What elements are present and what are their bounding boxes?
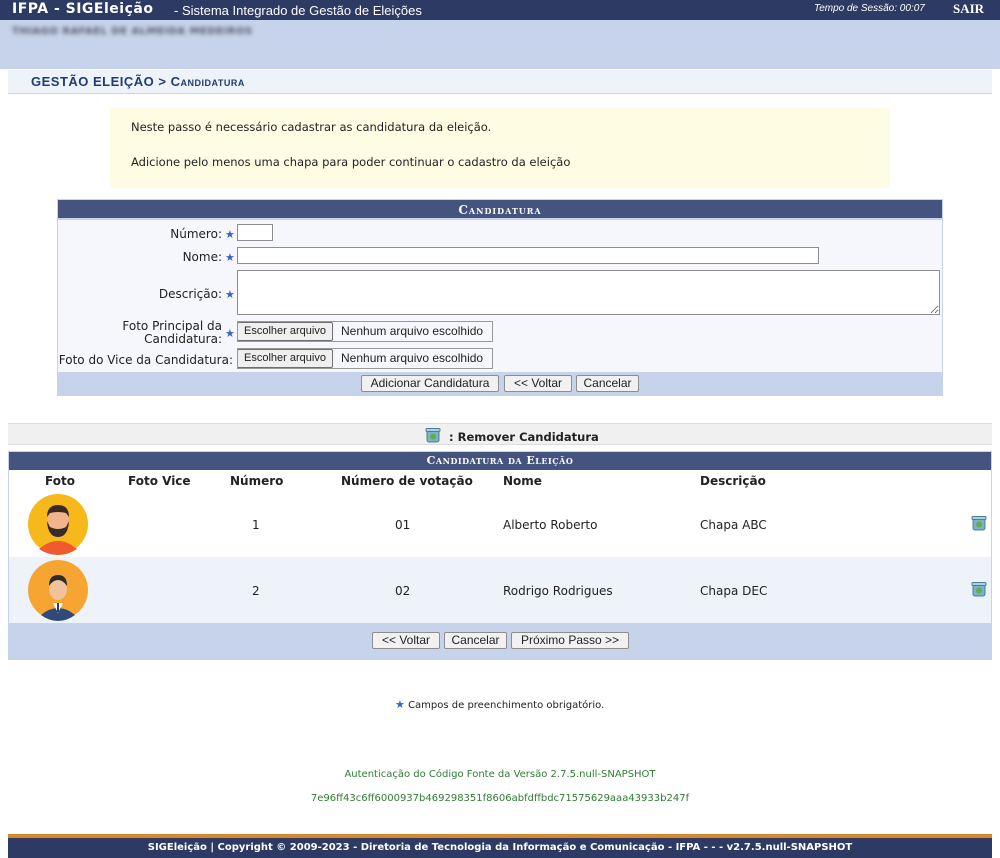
nome-label: Nome: (182, 250, 222, 264)
app-name: IFPA - SIGEleição (12, 1, 154, 17)
row-numero: 2 (252, 584, 260, 598)
nome-field[interactable] (237, 247, 819, 264)
col-descricao: Descrição (700, 474, 766, 488)
col-numero-votacao: Número de votação (341, 474, 473, 488)
required-note: ★ Campos de preenchimento obrigatório. (395, 698, 604, 711)
row-numero-votacao: 01 (395, 518, 411, 532)
required-star-icon: ★ (225, 228, 235, 241)
required-star-icon: ★ (225, 251, 235, 264)
top-header-bar: IFPA - SIGEleição - Sistema Integrado de… (0, 0, 1000, 20)
remove-trash-icon (425, 428, 441, 443)
foto-principal-file-button[interactable]: Escolher arquivo (237, 322, 333, 341)
col-numero: Número (230, 474, 284, 488)
info-line-1: Neste passo é necessário cadastrar as ca… (131, 120, 492, 134)
required-star-icon: ★ (225, 288, 235, 301)
auth-hash: 7e96ff43c6ff6000937b469298351f8606abfdff… (310, 793, 690, 804)
table-actions: << Voltar Cancelar Próximo Passo >> (9, 623, 991, 660)
breadcrumb-separator: > (158, 74, 167, 89)
user-info-bar: THIAGO RAFAEL DE ALMEIDA MEDEIROS (0, 20, 1000, 69)
breadcrumb-section: GESTÃO ELEIÇÃO (31, 74, 155, 89)
user-name: THIAGO RAFAEL DE ALMEIDA MEDEIROS (12, 26, 253, 37)
row-nome: Rodrigo Rodrigues (503, 584, 613, 598)
bearded-man-avatar-icon (28, 494, 88, 555)
numero-label: Número: (170, 227, 222, 241)
info-line-2: Adicione pelo menos uma chapa para poder… (131, 155, 571, 169)
foto-principal-label: Foto Principal da Candidatura: (58, 320, 222, 346)
breadcrumb: GESTÃO ELEIÇÃO > Candidatura (8, 70, 992, 94)
app-subtitle: - Sistema Integrado de Gestão de Eleiçõe… (174, 3, 422, 18)
remove-trash-icon[interactable] (971, 515, 987, 531)
footer: SIGEleição | Copyright © 2009-2023 - Dir… (8, 834, 992, 858)
legend-text: : Remover Candidatura (449, 430, 599, 444)
exit-link[interactable]: SAIR (953, 1, 984, 17)
breadcrumb-page: Candidatura (170, 74, 245, 89)
candidatura-form: Candidatura Número: ★ Nome: ★ Descrição:… (57, 199, 943, 396)
row-descricao: Chapa DEC (700, 584, 768, 598)
info-box: Neste passo é necessário cadastrar as ca… (110, 108, 890, 188)
required-star-icon: ★ (395, 698, 405, 711)
required-note-text: Campos de preenchimento obrigatório. (408, 700, 605, 711)
candidaturas-table: Candidatura da Eleição Foto Foto Vice Nú… (8, 451, 992, 660)
foto-principal-file-status: Nenhum arquivo escolhido (341, 324, 484, 338)
numero-field[interactable] (237, 224, 273, 241)
foto-vice-file-button[interactable]: Escolher arquivo (237, 349, 333, 368)
col-nome: Nome (503, 474, 542, 488)
cancel-button[interactable]: Cancelar (444, 632, 507, 649)
auth-version: Autenticação do Código Fonte da Versão 2… (344, 769, 656, 780)
back-button[interactable]: << Voltar (504, 375, 572, 392)
descricao-label: Descrição: (158, 287, 222, 301)
remove-trash-icon[interactable] (971, 581, 987, 597)
foto-vice-label: Foto do Vice da Candidatura: (58, 353, 233, 367)
row-numero: 1 (252, 518, 260, 532)
session-timer: Tempo de Sessão: 00:07 (814, 3, 925, 14)
table-row: 1 01 Alberto Roberto Chapa ABC (9, 491, 991, 557)
col-foto-vice: Foto Vice (128, 474, 191, 488)
icon-legend: : Remover Candidatura (8, 423, 992, 445)
row-numero-votacao: 02 (395, 584, 411, 598)
required-star-icon: ★ (225, 327, 235, 340)
back-button[interactable]: << Voltar (372, 632, 440, 649)
table-title: Candidatura da Eleição (9, 452, 991, 470)
form-title: Candidatura (58, 200, 942, 220)
row-nome: Alberto Roberto (503, 518, 598, 532)
cancel-button[interactable]: Cancelar (576, 375, 639, 392)
row-descricao: Chapa ABC (700, 518, 767, 532)
descricao-field[interactable] (237, 270, 940, 315)
foto-vice-file-status: Nenhum arquivo escolhido (341, 351, 484, 365)
add-candidatura-button[interactable]: Adicionar Candidatura (361, 375, 499, 392)
foto-principal-label-line1: Foto Principal da (122, 319, 222, 333)
table-row: 2 02 Rodrigo Rodrigues Chapa DEC (9, 557, 991, 623)
breadcrumb-text: GESTÃO ELEIÇÃO > Candidatura (31, 74, 245, 89)
col-foto: Foto (45, 474, 75, 488)
foto-principal-label-line2: Candidatura: (144, 332, 222, 346)
next-step-button[interactable]: Próximo Passo >> (511, 632, 629, 649)
suited-man-avatar-icon (28, 560, 88, 621)
form-actions: Adicionar Candidatura << Voltar Cancelar (58, 372, 942, 396)
